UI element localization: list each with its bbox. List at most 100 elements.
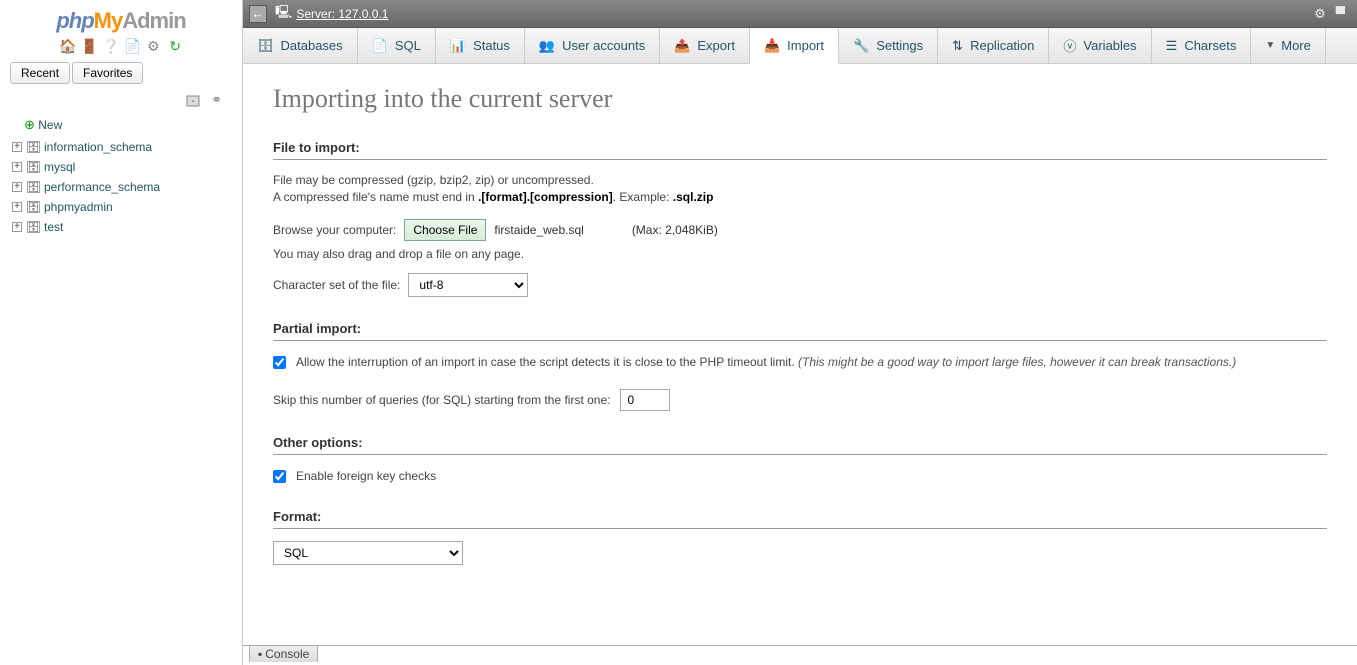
section-file-to-import: File to import: bbox=[273, 140, 1327, 160]
logo-admin: Admin bbox=[122, 8, 185, 33]
db-item-phpmyadmin[interactable]: + 🗄 phpmyadmin bbox=[8, 197, 234, 217]
users-icon: 👥 bbox=[539, 38, 555, 54]
server-icon: 🖳 bbox=[275, 3, 292, 25]
console-toggle[interactable]: ▪ Console bbox=[249, 645, 318, 662]
tab-export[interactable]: 📤Export bbox=[660, 28, 750, 63]
section-other-options: Other options: bbox=[273, 435, 1327, 455]
server-bar: ← 🖳 Server: 127.0.0.1 ⚙ ▀ bbox=[243, 0, 1357, 28]
page-title: Importing into the current server bbox=[273, 84, 1327, 114]
choose-file-button[interactable]: Choose File bbox=[404, 219, 486, 241]
drag-drop-note: You may also drag and drop a file on any… bbox=[273, 247, 1327, 261]
logout-icon[interactable]: 🚪 bbox=[81, 38, 97, 54]
help-line2a: A compressed file's name must end in bbox=[273, 190, 478, 204]
content: Importing into the current server File t… bbox=[243, 64, 1357, 665]
tab-status[interactable]: 📊 Status bbox=[436, 28, 525, 63]
page-settings-icon[interactable]: ⚙ bbox=[1314, 6, 1326, 22]
foreign-key-label: Enable foreign key checks bbox=[296, 467, 436, 485]
db-item-test[interactable]: + 🗄 test bbox=[8, 217, 234, 237]
new-database-link[interactable]: ⊕ New bbox=[8, 115, 234, 137]
charset-select[interactable]: utf-8 bbox=[408, 273, 528, 297]
link-icon[interactable]: ⚭ bbox=[208, 92, 222, 104]
home-icon[interactable]: 🏠 bbox=[59, 38, 75, 54]
allow-interrupt-label: Allow the interruption of an import in c… bbox=[296, 353, 1236, 371]
tree-controls: - ⚭ bbox=[0, 90, 242, 111]
expand-icon[interactable]: + bbox=[12, 202, 22, 212]
variables-icon: ⓥ bbox=[1063, 36, 1076, 55]
partial-opt-text: Allow the interruption of an import in c… bbox=[296, 355, 798, 369]
tab-label: Status bbox=[473, 38, 510, 53]
tab-label: Charsets bbox=[1184, 38, 1236, 53]
sidebar-icon-row: 🏠 🚪 ❔ 📄 ⚙ ↻ bbox=[0, 36, 242, 60]
collapse-top-icon[interactable]: ▀ bbox=[1336, 6, 1345, 22]
tab-variables[interactable]: ⓥVariables bbox=[1049, 28, 1151, 63]
database-icon: 🗄 bbox=[26, 180, 40, 194]
new-label: New bbox=[38, 118, 62, 132]
back-button[interactable]: ← bbox=[249, 5, 267, 23]
database-icon: 🗄 bbox=[26, 220, 40, 234]
database-tree: ⊕ New + 🗄 information_schema + 🗄 mysql +… bbox=[0, 111, 242, 241]
logo[interactable]: phpMyAdmin bbox=[0, 0, 242, 36]
recent-favorites-tabs: Recent Favorites bbox=[0, 60, 242, 90]
allow-interrupt-checkbox[interactable] bbox=[273, 356, 286, 369]
expand-icon[interactable]: + bbox=[12, 182, 22, 192]
db-item-information-schema[interactable]: + 🗄 information_schema bbox=[8, 137, 234, 157]
tab-settings[interactable]: 🔧 Settings bbox=[839, 28, 938, 63]
database-icon: 🗄 bbox=[26, 160, 40, 174]
tab-label: Import bbox=[787, 38, 824, 53]
new-icon: ⊕ bbox=[24, 117, 35, 132]
logo-php: php bbox=[56, 8, 93, 33]
database-icon: 🗄 bbox=[26, 200, 40, 214]
db-label: phpmyadmin bbox=[44, 200, 113, 214]
tab-label: More bbox=[1281, 38, 1311, 53]
console-label: Console bbox=[265, 647, 309, 661]
help-line2b: .[format].[compression] bbox=[478, 190, 613, 204]
tab-replication[interactable]: ⇅Replication bbox=[938, 28, 1049, 63]
format-select[interactable]: SQL bbox=[273, 541, 463, 565]
tab-label: Settings bbox=[876, 38, 923, 53]
sql-icon: 📄 bbox=[372, 38, 388, 54]
tab-user-accounts[interactable]: 👥 User accounts bbox=[525, 28, 660, 63]
replication-icon: ⇅ bbox=[952, 38, 963, 54]
section-format: Format: bbox=[273, 509, 1327, 529]
export-icon: 📤 bbox=[674, 38, 690, 54]
help-line2c: . Example: bbox=[613, 190, 673, 204]
db-item-mysql[interactable]: + 🗄 mysql bbox=[8, 157, 234, 177]
tab-import[interactable]: 📥Import bbox=[750, 29, 839, 64]
tab-databases[interactable]: 🗄Databases bbox=[243, 28, 358, 63]
skip-queries-label: Skip this number of queries (for SQL) st… bbox=[273, 393, 610, 407]
tab-sql[interactable]: 📄SQL bbox=[358, 28, 436, 63]
svg-text:-: - bbox=[192, 96, 195, 107]
recent-tab[interactable]: Recent bbox=[10, 62, 70, 84]
settings-icon[interactable]: ⚙ bbox=[145, 38, 161, 54]
console-bar: ▪ Console bbox=[243, 645, 1357, 665]
help-line1: File may be compressed (gzip, bzip2, zip… bbox=[273, 173, 594, 187]
db-label: performance_schema bbox=[44, 180, 160, 194]
status-icon: 📊 bbox=[450, 38, 466, 54]
reload-icon[interactable]: ↻ bbox=[167, 38, 183, 54]
tab-more[interactable]: ▼ More bbox=[1251, 28, 1326, 63]
charsets-icon: ☰ bbox=[1166, 38, 1178, 54]
tab-charsets[interactable]: ☰ Charsets bbox=[1152, 28, 1252, 63]
skip-queries-input[interactable] bbox=[620, 389, 670, 411]
collapse-all-icon[interactable]: - bbox=[186, 92, 200, 104]
tab-label: User accounts bbox=[562, 38, 645, 53]
docs-icon[interactable]: ❔ bbox=[102, 38, 118, 54]
expand-icon[interactable]: + bbox=[12, 142, 22, 152]
expand-icon[interactable]: + bbox=[12, 162, 22, 172]
chosen-file-name: firstaide_web.sql bbox=[494, 223, 583, 237]
db-label: mysql bbox=[44, 160, 75, 174]
help-line2d: .sql.zip bbox=[673, 190, 714, 204]
settings-icon: 🔧 bbox=[853, 38, 869, 54]
partial-note-text: (This might be a good way to import larg… bbox=[798, 355, 1236, 369]
databases-icon: 🗄 bbox=[257, 38, 274, 54]
foreign-key-checkbox[interactable] bbox=[273, 470, 286, 483]
db-item-performance-schema[interactable]: + 🗄 performance_schema bbox=[8, 177, 234, 197]
main: ← 🖳 Server: 127.0.0.1 ⚙ ▀ 🗄Databases 📄SQ… bbox=[243, 0, 1357, 665]
server-label[interactable]: Server: 127.0.0.1 bbox=[296, 7, 388, 21]
more-arrow-icon: ▼ bbox=[1265, 40, 1275, 51]
expand-icon[interactable]: + bbox=[12, 222, 22, 232]
max-size-label: (Max: 2,048KiB) bbox=[632, 223, 718, 237]
console-icon: ▪ bbox=[258, 647, 262, 661]
favorites-tab[interactable]: Favorites bbox=[72, 62, 143, 84]
sql-icon[interactable]: 📄 bbox=[124, 38, 140, 54]
